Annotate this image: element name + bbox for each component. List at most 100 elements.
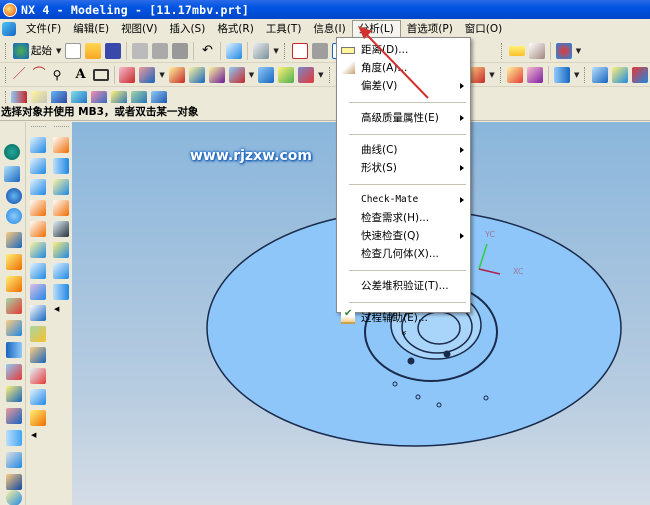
face-icon[interactable] — [527, 66, 544, 83]
spline-dropdown-icon[interactable]: ▼ — [159, 71, 164, 79]
open-folder-icon[interactable] — [85, 42, 102, 59]
menu-item-shape[interactable]: 形状(S) — [337, 159, 470, 177]
menu-item-curve[interactable]: 曲线(C) — [337, 141, 470, 159]
cut-icon[interactable] — [132, 42, 149, 59]
save-icon[interactable] — [105, 42, 122, 59]
feature-h-icon[interactable] — [53, 284, 69, 300]
menu-tools[interactable]: 工具(T) — [260, 20, 308, 38]
surface-i-icon[interactable] — [30, 305, 46, 321]
measure-distance-icon[interactable] — [508, 45, 525, 56]
column-overflow-icon[interactable]: ◀ — [31, 431, 50, 439]
surface-a-icon[interactable] — [30, 137, 46, 153]
copy-icon[interactable] — [152, 42, 169, 59]
toolbar-grip[interactable] — [5, 66, 8, 83]
toolbar-grip[interactable] — [54, 126, 69, 132]
tool-c-icon[interactable] — [6, 276, 22, 292]
toolbar-grip[interactable] — [31, 126, 46, 132]
mirror-dropdown-icon[interactable]: ▼ — [574, 71, 579, 79]
edit-object-icon[interactable] — [226, 42, 243, 59]
tool-d-icon[interactable] — [6, 298, 22, 314]
surface-j-icon[interactable] — [30, 326, 46, 342]
menu-item-check-mate[interactable]: Check-Mate — [337, 191, 470, 209]
toolbar-grip[interactable] — [328, 66, 332, 83]
menu-analysis[interactable]: 分析(L) — [351, 20, 401, 38]
assembly-navigator-icon[interactable] — [4, 144, 20, 160]
menu-item-angle[interactable]: 角度(A)... — [337, 59, 470, 77]
surface-f-icon[interactable] — [30, 242, 46, 258]
menu-expand-button[interactable]: » — [337, 327, 470, 341]
menu-item-quick-check[interactable]: 快速检查(Q) — [337, 227, 470, 245]
surface-m-icon[interactable] — [30, 389, 46, 405]
tool-i-icon[interactable] — [6, 408, 22, 424]
arc-icon[interactable]: ⌒ — [33, 67, 49, 83]
menu-format[interactable]: 格式(R) — [211, 20, 260, 38]
rectangle-icon[interactable] — [92, 68, 109, 81]
paste-icon[interactable] — [172, 42, 189, 59]
analysis-dropdown-icon[interactable]: ▼ — [576, 47, 581, 55]
toolbar-grip[interactable] — [5, 42, 8, 59]
spline-icon[interactable] — [139, 66, 156, 83]
curve-edit-dropdown-icon[interactable]: ▼ — [489, 71, 494, 79]
point-icon[interactable]: ⚲ — [53, 67, 69, 83]
history-icon[interactable] — [6, 208, 22, 224]
feature-e-icon[interactable] — [53, 221, 69, 237]
extract-curve-icon[interactable] — [298, 66, 315, 83]
tool-h-icon[interactable] — [6, 386, 22, 402]
menu-insert[interactable]: 插入(S) — [163, 20, 211, 38]
tool-a-icon[interactable] — [6, 232, 22, 248]
feature-d-icon[interactable] — [53, 200, 69, 216]
fit-view-icon[interactable] — [291, 42, 308, 59]
offset-curve-icon[interactable] — [168, 66, 185, 83]
tool-e-icon[interactable] — [6, 320, 22, 336]
start-dropdown-icon[interactable]: ▼ — [56, 47, 61, 55]
extract-dropdown-icon[interactable]: ▼ — [318, 71, 323, 79]
menu-item-advanced-mass-properties[interactable]: 高级质量属性(E) — [337, 109, 470, 127]
feature-c-icon[interactable] — [53, 179, 69, 195]
surface-icon[interactable] — [507, 66, 524, 83]
component-icon[interactable] — [632, 66, 648, 83]
tool-j-icon[interactable] — [6, 430, 22, 446]
tool-g-icon[interactable] — [6, 364, 22, 380]
bridge-curve-icon[interactable] — [188, 66, 205, 83]
undo-icon[interactable]: ↶ — [199, 43, 215, 59]
menu-file[interactable]: 文件(F) — [20, 20, 67, 38]
feature-a-icon[interactable] — [53, 137, 69, 153]
surface-l-icon[interactable] — [30, 368, 46, 384]
surface-b-icon[interactable] — [30, 158, 46, 174]
measure-angle-icon[interactable] — [528, 42, 545, 59]
selection-filter-icon[interactable] — [253, 42, 270, 59]
toolbar-grip[interactable] — [283, 42, 287, 59]
surface-h-icon[interactable] — [30, 284, 46, 300]
part-navigator-icon[interactable] — [4, 166, 20, 182]
column-overflow-icon[interactable]: ◀ — [54, 305, 73, 313]
tool-k-icon[interactable] — [6, 452, 22, 468]
intersection-curve-icon[interactable] — [258, 66, 275, 83]
menu-item-process-assist[interactable]: ✔ 过程辅助(E)... — [337, 309, 470, 327]
menu-item-deviation[interactable]: 偏差(V) — [337, 77, 470, 95]
reuse-library-icon[interactable] — [6, 188, 22, 204]
curve-edit-tool-icon[interactable] — [469, 66, 486, 83]
analysis-tool-icon[interactable] — [555, 42, 572, 59]
surface-d-icon[interactable] — [30, 200, 46, 216]
menu-item-check-requirements[interactable]: 检查需求(H)... — [337, 209, 470, 227]
mirror-icon[interactable] — [554, 66, 571, 83]
menu-item-examine-geometry[interactable]: 检查几何体(X)... — [337, 245, 470, 263]
line-icon[interactable]: ／ — [13, 67, 29, 83]
surface-n-icon[interactable] — [30, 410, 46, 426]
tool-m-icon[interactable] — [6, 490, 22, 505]
surface-k-icon[interactable] — [30, 347, 46, 363]
filter-dropdown-icon[interactable]: ▼ — [273, 47, 278, 55]
text-icon[interactable]: A — [73, 67, 89, 83]
feature-b-icon[interactable] — [53, 158, 69, 174]
tool-f-icon[interactable] — [6, 342, 22, 358]
surface-e-icon[interactable] — [30, 221, 46, 237]
menu-edit[interactable]: 编辑(E) — [67, 20, 115, 38]
project-curve-icon[interactable] — [228, 66, 245, 83]
tool-l-icon[interactable] — [6, 474, 22, 490]
start-button[interactable]: 起始 — [31, 43, 52, 58]
block-icon[interactable] — [592, 66, 608, 83]
menu-item-distance[interactable]: 距离(D)... — [337, 41, 470, 59]
menu-window[interactable]: 窗口(O) — [459, 20, 508, 38]
menu-item-tolerance-stackup[interactable]: 公差堆积验证(T)... — [337, 277, 470, 295]
project-dropdown-icon[interactable]: ▼ — [249, 71, 254, 79]
